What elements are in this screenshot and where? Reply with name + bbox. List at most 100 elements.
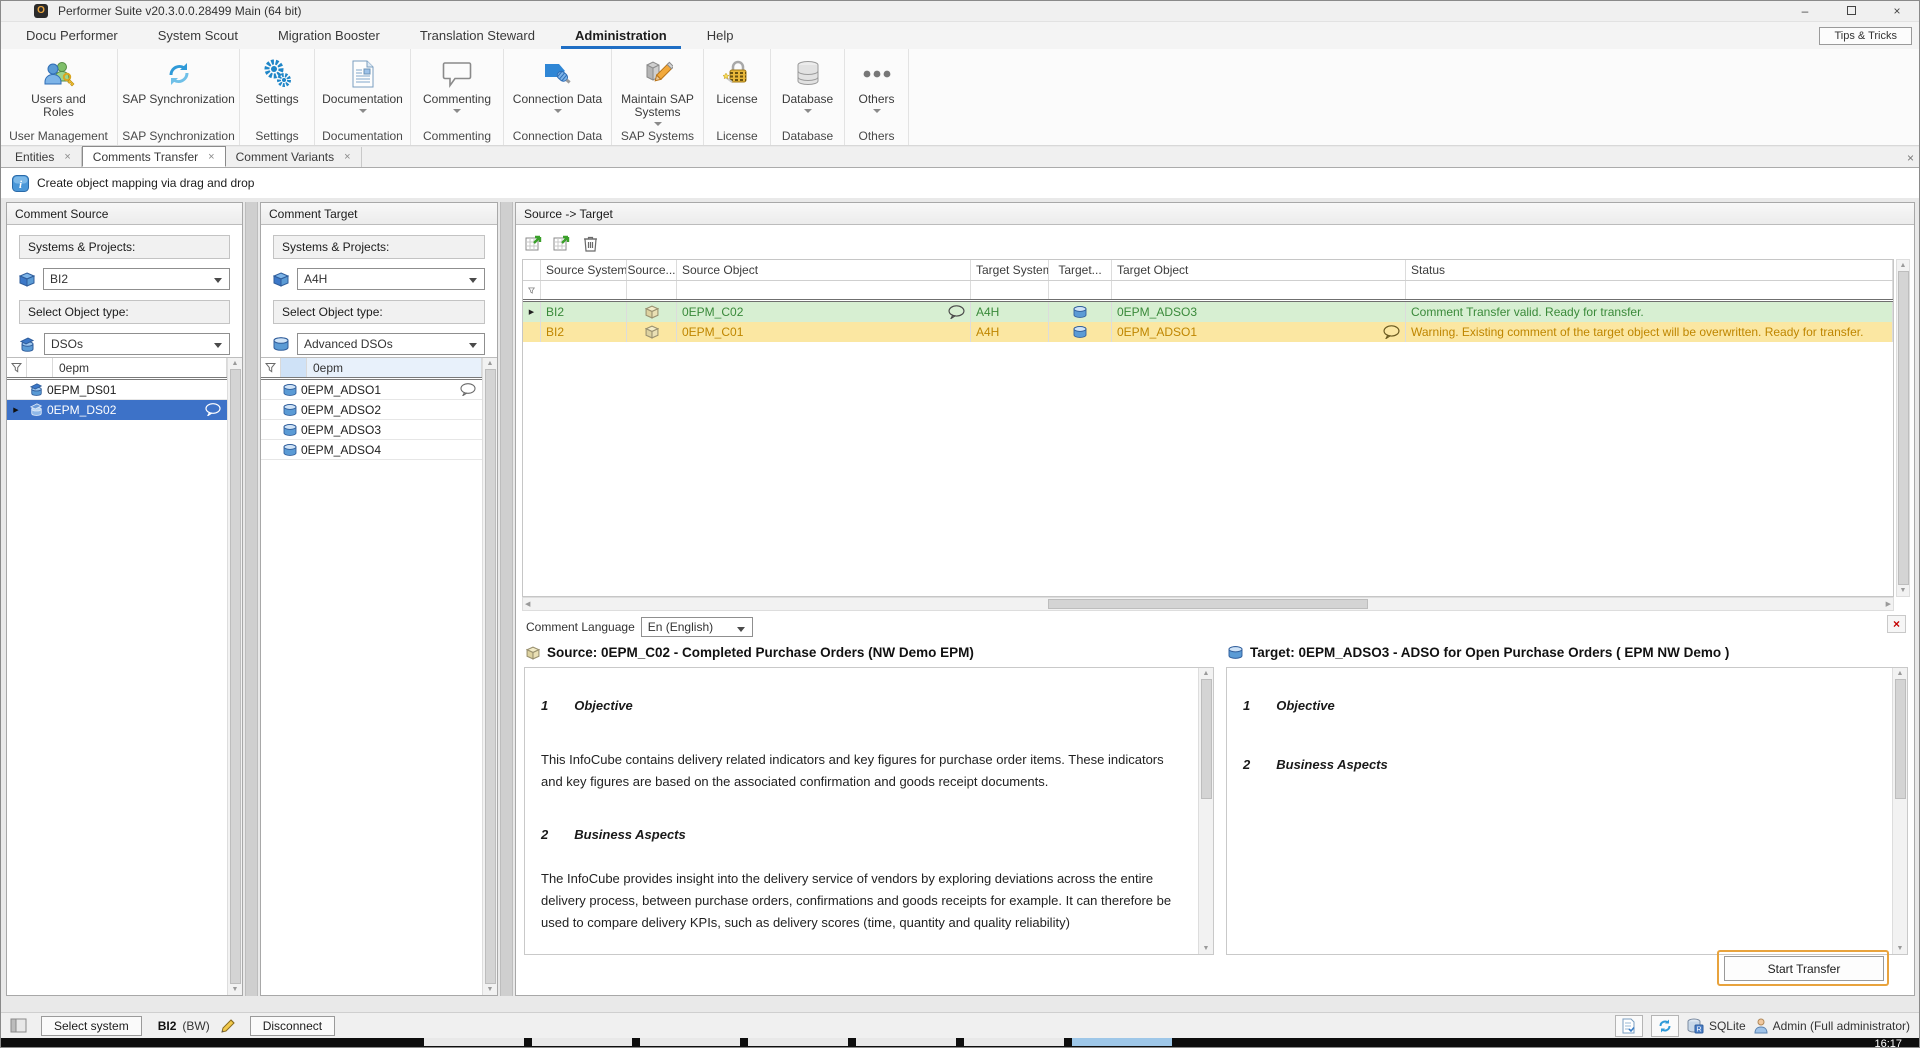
taskbar-button[interactable] bbox=[1072, 1038, 1172, 1046]
source-filter-row[interactable]: 0epm bbox=[7, 358, 242, 380]
tab-close-icon[interactable]: × bbox=[208, 151, 214, 163]
target-item-0epm-adso2[interactable]: 0EPM_ADSO2 bbox=[261, 400, 482, 420]
taskbar-button[interactable] bbox=[964, 1038, 1064, 1046]
scroll-down-icon[interactable]: ▼ bbox=[1897, 945, 1904, 952]
target-filter-row[interactable]: 0epm bbox=[261, 358, 497, 380]
col-source-object[interactable]: Source Object bbox=[677, 260, 971, 280]
scroll-up-icon[interactable]: ▲ bbox=[1897, 670, 1904, 677]
adso-icon bbox=[1228, 646, 1243, 659]
menu-docu-performer[interactable]: Docu Performer bbox=[12, 24, 132, 49]
ribbon-commenting[interactable]: Commenting bbox=[411, 49, 504, 127]
panel-toggle-icon[interactable] bbox=[10, 1018, 27, 1033]
panel-splitter[interactable] bbox=[500, 202, 513, 996]
source-object-type-select[interactable]: DSOs bbox=[44, 333, 230, 355]
tab-close-icon[interactable]: × bbox=[344, 151, 350, 163]
source-system-select[interactable]: BI2 bbox=[43, 268, 230, 290]
comment-language-select[interactable]: En (English) bbox=[641, 617, 753, 637]
mapping-filter-row[interactable] bbox=[523, 281, 1893, 302]
transfer-selected-icon[interactable] bbox=[524, 233, 544, 253]
scroll-up-icon[interactable]: ▲ bbox=[232, 360, 239, 367]
scroll-down-icon[interactable]: ▼ bbox=[1203, 945, 1210, 952]
system-cube-icon bbox=[273, 272, 289, 287]
col-target-object[interactable]: Target Object bbox=[1112, 260, 1406, 280]
mapping-row-warning[interactable]: BI2 0EPM_C01 A4H 0EPM_ADSO1 Warning. Exi… bbox=[523, 322, 1893, 342]
group-label: User Management bbox=[0, 127, 118, 145]
taskbar-button[interactable] bbox=[424, 1038, 524, 1046]
taskbar-button[interactable] bbox=[532, 1038, 632, 1046]
ribbon-others[interactable]: Others bbox=[845, 49, 909, 127]
target-system-select[interactable]: A4H bbox=[297, 268, 485, 290]
menu-migration-booster[interactable]: Migration Booster bbox=[264, 24, 394, 49]
scroll-up-icon[interactable]: ▲ bbox=[1900, 262, 1907, 269]
tabbar-close-icon[interactable]: × bbox=[1907, 151, 1914, 165]
minimize-button-icon[interactable]: – bbox=[1782, 0, 1828, 21]
filter-funnel-icon[interactable] bbox=[523, 281, 541, 299]
scroll-down-icon[interactable]: ▼ bbox=[1900, 587, 1907, 594]
scroll-up-icon[interactable]: ▲ bbox=[487, 360, 494, 367]
ribbon-license[interactable]: License bbox=[704, 49, 771, 127]
source-list-scrollbar[interactable]: ▲ ▼ bbox=[227, 358, 242, 995]
panel-splitter[interactable] bbox=[245, 202, 258, 996]
target-list-scrollbar[interactable]: ▲ ▼ bbox=[482, 358, 497, 995]
start-transfer-button[interactable]: Start Transfer bbox=[1724, 956, 1884, 981]
taskbar-button[interactable] bbox=[748, 1038, 848, 1046]
ribbon-settings[interactable]: Settings bbox=[240, 49, 315, 127]
scroll-down-icon[interactable]: ▼ bbox=[487, 986, 494, 993]
taskbar-button[interactable] bbox=[640, 1038, 740, 1046]
target-preview-scrollbar[interactable]: ▲ ▼ bbox=[1892, 668, 1907, 954]
transfer-all-icon[interactable] bbox=[552, 233, 572, 253]
target-item-0epm-adso3[interactable]: 0EPM_ADSO3 bbox=[261, 420, 482, 440]
mapping-table-vscrollbar[interactable]: ▲ ▼ bbox=[1896, 259, 1910, 597]
report-document-icon[interactable] bbox=[1615, 1015, 1643, 1037]
tips-tricks-button[interactable]: Tips & Tricks bbox=[1819, 27, 1912, 45]
windows-taskbar-sliver[interactable]: 16:17 bbox=[0, 1038, 1920, 1048]
info-bar: i Create object mapping via drag and dro… bbox=[0, 168, 1920, 198]
ribbon-maintain-sap-systems[interactable]: Maintain SAP Systems bbox=[612, 49, 704, 127]
menu-administration[interactable]: Administration bbox=[561, 24, 681, 49]
target-filter-input[interactable]: 0epm bbox=[307, 358, 482, 377]
col-status[interactable]: Status bbox=[1406, 260, 1893, 280]
tab-close-icon[interactable]: × bbox=[64, 151, 70, 163]
source-filter-input[interactable]: 0epm bbox=[53, 358, 227, 377]
menu-translation-steward[interactable]: Translation Steward bbox=[406, 24, 549, 49]
disconnect-button[interactable]: Disconnect bbox=[250, 1016, 335, 1036]
tab-comment-variants[interactable]: Comment Variants × bbox=[226, 147, 362, 167]
scroll-right-icon[interactable]: ▶ bbox=[1886, 600, 1891, 608]
col-target-system[interactable]: Target System bbox=[971, 260, 1049, 280]
close-button-icon[interactable]: × bbox=[1874, 0, 1920, 21]
col-source-system[interactable]: Source System bbox=[541, 260, 627, 280]
expand-arrow-icon[interactable]: ▶ bbox=[7, 406, 25, 414]
target-item-0epm-adso4[interactable]: 0EPM_ADSO4 bbox=[261, 440, 482, 460]
scroll-up-icon[interactable]: ▲ bbox=[1203, 670, 1210, 677]
target-object-type-select[interactable]: Advanced DSOs bbox=[297, 333, 485, 355]
taskbar-button[interactable] bbox=[856, 1038, 956, 1046]
scroll-left-icon[interactable]: ◀ bbox=[525, 600, 530, 608]
col-target-type[interactable]: Target... bbox=[1049, 260, 1112, 280]
target-item-0epm-adso1[interactable]: 0EPM_ADSO1 bbox=[261, 380, 482, 400]
select-system-button[interactable]: Select system bbox=[41, 1016, 142, 1036]
filter-funnel-icon[interactable] bbox=[261, 358, 281, 377]
ribbon-documentation[interactable]: Documentation bbox=[315, 49, 411, 127]
refresh-icon[interactable] bbox=[1651, 1015, 1679, 1037]
tab-comments-transfer[interactable]: Comments Transfer × bbox=[82, 146, 226, 167]
maximize-button-icon[interactable] bbox=[1828, 0, 1874, 21]
ribbon-connection-data[interactable]: Connection Data bbox=[504, 49, 612, 127]
mapping-row-valid[interactable]: ▶ BI2 0EPM_C02 A4H 0EPM_ADSO3 Comment Tr… bbox=[523, 302, 1893, 322]
delete-mapping-icon[interactable] bbox=[580, 233, 600, 253]
source-item-0epm-ds02[interactable]: ▶ 0EPM_DS02 bbox=[7, 400, 227, 420]
scroll-down-icon[interactable]: ▼ bbox=[232, 986, 239, 993]
mapping-table-hscrollbar[interactable]: ◀ ▶ bbox=[522, 597, 1894, 611]
source-item-0epm-ds01[interactable]: 0EPM_DS01 bbox=[7, 380, 227, 400]
ribbon-users-roles[interactable]: Users and Roles bbox=[0, 49, 118, 127]
preview-close-button[interactable]: × bbox=[1887, 615, 1906, 633]
source-preview-scrollbar[interactable]: ▲ ▼ bbox=[1198, 668, 1213, 954]
ribbon-database[interactable]: Database bbox=[771, 49, 845, 127]
filter-funnel-icon[interactable] bbox=[7, 358, 27, 377]
col-source-type[interactable]: Source... bbox=[627, 260, 677, 280]
menu-system-scout[interactable]: System Scout bbox=[144, 24, 252, 49]
menu-help[interactable]: Help bbox=[693, 24, 748, 49]
tab-entities[interactable]: Entities × bbox=[5, 147, 82, 167]
ribbon-sap-synchronization[interactable]: SAP Synchronization bbox=[118, 49, 240, 127]
adso-icon bbox=[279, 424, 301, 436]
edit-pencil-icon[interactable] bbox=[220, 1018, 236, 1034]
